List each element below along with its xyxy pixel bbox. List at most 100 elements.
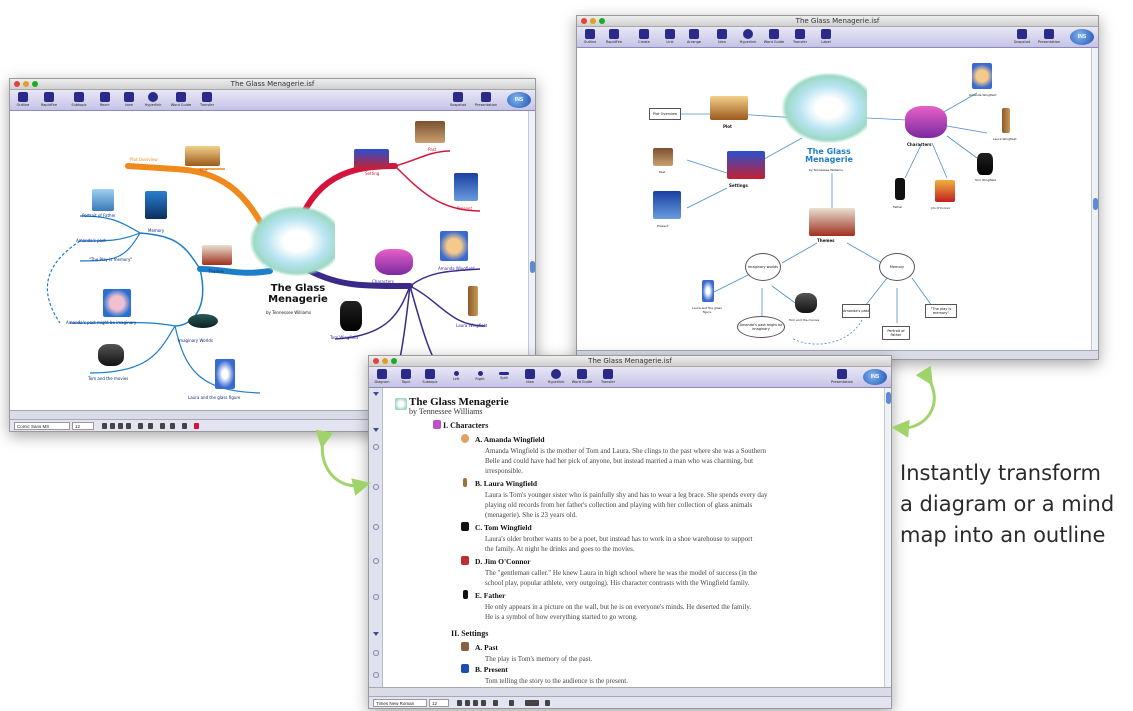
word-guide-button[interactable]: Word Guide — [571, 368, 593, 384]
align-icon[interactable] — [493, 700, 498, 706]
transfer-button[interactable]: Transfer — [597, 368, 619, 384]
presentation-button[interactable]: Presentation — [1038, 28, 1060, 44]
jim-picture[interactable] — [935, 180, 955, 202]
item-laura-line[interactable]: playing old records from her father's co… — [485, 500, 752, 510]
settings-label[interactable]: Settings — [729, 183, 748, 188]
word-guide-button[interactable]: Word Guide — [763, 28, 785, 44]
themes-picture[interactable] — [809, 208, 855, 236]
item-laura[interactable]: B. Laura Wingfield — [475, 479, 537, 488]
note-icon[interactable] — [373, 650, 379, 656]
snapshot-button[interactable]: Snapshot — [447, 91, 469, 107]
rearrange-button[interactable]: Rearr. — [94, 91, 116, 107]
text-color-icon[interactable] — [126, 423, 131, 429]
list-style-icon[interactable] — [509, 700, 514, 706]
portrait-picture[interactable] — [92, 189, 114, 211]
present-label[interactable]: Present — [657, 224, 668, 228]
hyperlink-button[interactable]: Hyperlink — [737, 28, 759, 44]
close-window-button[interactable] — [14, 81, 20, 87]
presentation-button[interactable]: Presentation — [831, 368, 853, 384]
past-picture[interactable] — [653, 148, 673, 166]
underline-icon[interactable] — [473, 700, 478, 706]
diagram-vscroll-thumb[interactable] — [1093, 198, 1098, 210]
idea-button[interactable]: Idea — [711, 28, 733, 44]
plot-overview-box[interactable]: Plot Overview — [649, 108, 681, 120]
item-father-line[interactable]: He only appears in a picture on the wall… — [485, 602, 751, 612]
tom-label[interactable]: Tom Wingfield — [330, 335, 358, 340]
label-button[interactable]: Label — [815, 28, 837, 44]
idea-button[interactable]: Idea — [118, 91, 140, 107]
zoom-window-button[interactable] — [32, 81, 38, 87]
collapse-icon[interactable] — [373, 392, 379, 396]
mindmap-vscroll-thumb[interactable] — [530, 261, 535, 273]
glass-label[interactable]: Laura and the glass figure — [188, 395, 240, 400]
themes-picture[interactable] — [202, 245, 232, 265]
memory-picture[interactable] — [145, 191, 167, 219]
note-icon[interactable] — [373, 524, 379, 530]
create-button[interactable]: Create — [633, 28, 655, 44]
map-title[interactable]: The Glass Menagerie — [258, 283, 338, 305]
minimize-window-button[interactable] — [382, 358, 388, 364]
item-tom[interactable]: C. Tom Wingfield — [475, 523, 532, 532]
font-select[interactable]: Times New Roman — [373, 699, 427, 707]
item-amanda-line[interactable]: irresponsible. — [485, 466, 523, 476]
subtopic-button[interactable]: Subtopic — [419, 368, 441, 384]
close-window-button[interactable] — [581, 18, 587, 24]
play-memory-box[interactable]: "The play is memory" — [925, 304, 957, 318]
minimize-window-button[interactable] — [23, 81, 29, 87]
amanda-past-box[interactable]: Amanda's past — [842, 304, 870, 318]
settings-icon[interactable] — [545, 700, 550, 706]
play-memory-label[interactable]: "The Play is memory" — [89, 257, 132, 262]
rapidfire-button[interactable]: RapidFire — [603, 28, 625, 44]
amanda-imagine-cloud[interactable]: Amanda's past might be imaginary — [737, 316, 785, 338]
plot-label[interactable]: Plot — [723, 124, 732, 129]
jim-label[interactable]: Jim O'Connor — [931, 206, 951, 210]
past-picture[interactable] — [415, 121, 445, 143]
left-button[interactable]: Left — [445, 368, 467, 381]
note-icon[interactable] — [373, 594, 379, 600]
glass-figure-picture[interactable] — [702, 280, 714, 302]
tom-label[interactable]: Tom Wingfield — [975, 178, 996, 182]
transfer-button[interactable]: Transfer — [196, 91, 218, 107]
unicorn-picture[interactable] — [250, 206, 335, 276]
color-fill-icon[interactable] — [194, 423, 199, 429]
collapse-icon[interactable] — [373, 428, 379, 432]
portrait-box[interactable]: Portrait of Father — [882, 326, 910, 340]
memory-label[interactable]: Memory — [148, 228, 164, 233]
themes-label[interactable]: Themes — [208, 269, 224, 274]
glass-figure-picture[interactable] — [215, 359, 235, 389]
crutch-picture[interactable] — [1002, 108, 1010, 133]
laura-glass-label[interactable]: Laura and the glass figure — [689, 306, 725, 314]
characters-label[interactable]: Characters — [372, 279, 394, 284]
memory-circle[interactable]: Memory — [879, 253, 915, 281]
font-size-select[interactable]: 12 — [429, 699, 449, 707]
item-father[interactable]: E. Father — [475, 591, 505, 600]
link-button[interactable]: Link — [659, 28, 681, 44]
setting-label[interactable]: Setting — [365, 171, 379, 176]
right-button[interactable]: Right — [469, 368, 491, 381]
portrait-label[interactable]: Portrait of Father — [82, 213, 116, 218]
present-picture[interactable] — [653, 191, 681, 219]
movies-label[interactable]: Tom and the movies — [88, 376, 128, 381]
amanda-picture[interactable] — [972, 63, 992, 89]
stone-picture[interactable] — [188, 314, 218, 328]
laura-label[interactable]: Laura Wingfield — [993, 137, 1016, 141]
past-label[interactable]: Past — [428, 147, 436, 152]
projector-picture[interactable] — [795, 293, 817, 313]
item-laura-line[interactable]: (menagerie). She is 23 years old. — [485, 510, 577, 520]
idea-button[interactable]: Idea — [519, 368, 541, 384]
minimize-window-button[interactable] — [590, 18, 596, 24]
item-tom-line[interactable]: the family. At night he drinks and goes … — [485, 544, 635, 554]
past-label[interactable]: Past — [659, 170, 665, 174]
projector-picture[interactable] — [98, 344, 124, 366]
section-characters[interactable]: I. Characters — [443, 421, 488, 430]
item-father-line[interactable]: He is a symbol of how everything started… — [485, 612, 638, 622]
outline-button[interactable]: Outline — [579, 28, 601, 44]
outline-style-icon[interactable] — [525, 700, 539, 706]
plot-label[interactable]: Plot — [200, 168, 208, 173]
hyperlink-button[interactable]: Hyperlink — [545, 368, 567, 384]
book-picture[interactable] — [185, 146, 220, 166]
plot-overview-label[interactable]: Plot Overview — [130, 157, 158, 162]
present-picture[interactable] — [454, 173, 478, 201]
bold-icon[interactable] — [102, 423, 107, 429]
stage-picture[interactable] — [727, 151, 765, 179]
